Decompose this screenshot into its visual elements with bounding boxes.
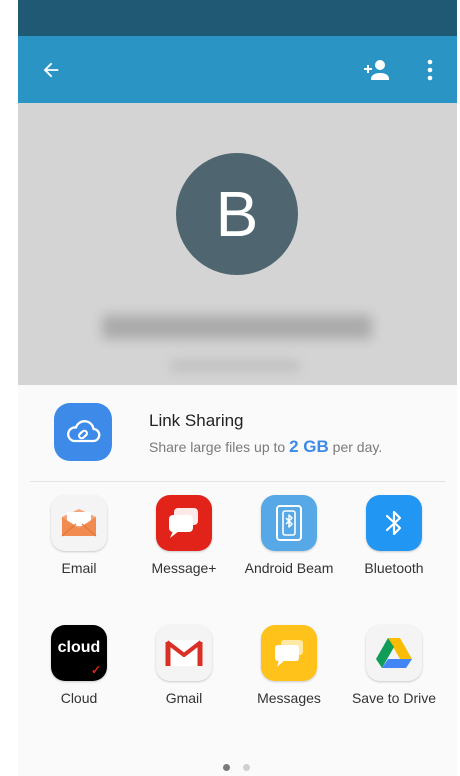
app-label: Email: [61, 560, 97, 576]
back-arrow-icon[interactable]: [36, 36, 66, 103]
share-sheet: Link Sharing Share large files up to 2 G…: [18, 385, 457, 776]
share-target-message-plus[interactable]: Message+: [132, 495, 236, 578]
drive-icon: [366, 625, 422, 681]
subtitle-prefix: Share large files up to: [149, 439, 286, 455]
share-target-cloud[interactable]: cloud ✓ Cloud: [27, 625, 131, 708]
messages-icon: [261, 625, 317, 681]
profile-header: B: [18, 103, 457, 385]
status-bar: [18, 0, 457, 36]
share-target-bluetooth[interactable]: Bluetooth: [342, 495, 446, 578]
link-sharing-subtitle: Share large files up to 2 GB per day.: [149, 437, 382, 457]
blurred-contact-name: [102, 315, 372, 339]
email-icon: [51, 495, 107, 551]
checkmark-icon: ✓: [90, 663, 101, 677]
more-options-icon[interactable]: [418, 36, 442, 103]
share-target-android-beam[interactable]: Android Beam: [237, 495, 341, 578]
gmail-icon: [156, 625, 212, 681]
message-plus-icon: [156, 495, 212, 551]
link-sharing-title: Link Sharing: [149, 411, 244, 430]
blurred-contact-detail: [170, 359, 300, 373]
app-label: Message+: [151, 560, 217, 576]
phone-screen: B Link Sharing Share large files up to 2…: [18, 0, 457, 776]
size-limit: 2 GB: [289, 437, 329, 456]
page-dot-active[interactable]: [223, 764, 230, 771]
share-target-gmail[interactable]: Gmail: [132, 625, 236, 708]
app-label: Save to Drive: [351, 690, 437, 706]
android-beam-icon: [261, 495, 317, 551]
cloud-app-icon: cloud ✓: [51, 625, 107, 681]
app-label: Android Beam: [244, 560, 334, 576]
share-target-save-to-drive[interactable]: Save to Drive: [342, 625, 446, 708]
app-label: Bluetooth: [364, 560, 424, 576]
divider: [30, 481, 445, 482]
app-label: Gmail: [165, 690, 203, 706]
avatar: B: [176, 153, 298, 275]
app-bar: [18, 36, 457, 103]
cloud-icon-text: cloud: [57, 639, 101, 656]
link-sharing-cloud-icon: [54, 403, 112, 461]
app-label: Messages: [257, 690, 321, 706]
share-target-email[interactable]: Email: [27, 495, 131, 578]
share-target-messages[interactable]: Messages: [237, 625, 341, 708]
link-sharing-option[interactable]: Link Sharing Share large files up to 2 G…: [18, 385, 457, 483]
add-contact-icon[interactable]: [359, 36, 393, 103]
app-label: Cloud: [60, 690, 98, 706]
subtitle-suffix: per day.: [332, 439, 383, 455]
bluetooth-icon: [366, 495, 422, 551]
page-dot-inactive[interactable]: [243, 764, 250, 771]
